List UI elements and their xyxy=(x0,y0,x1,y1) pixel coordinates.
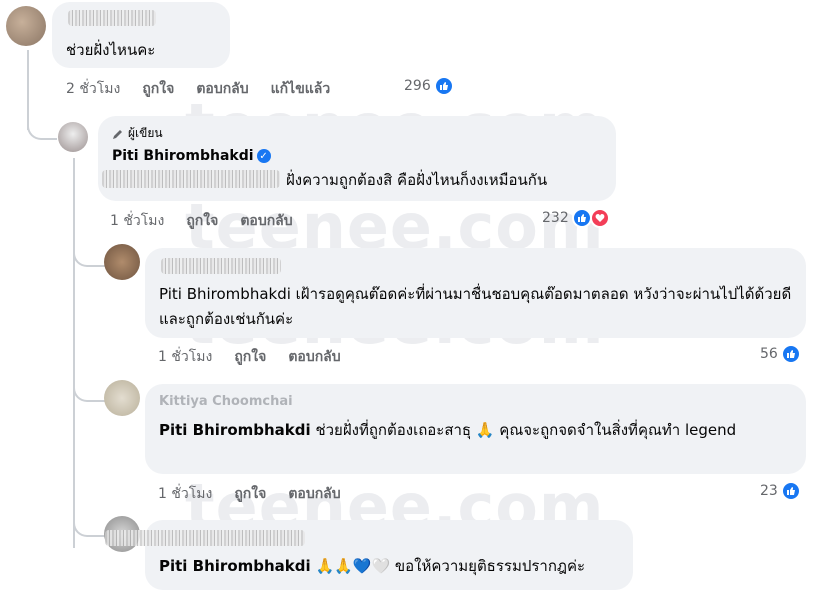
reply-button[interactable]: ตอบกลับ xyxy=(240,210,292,232)
like-button[interactable]: ถูกใจ xyxy=(142,78,174,100)
avatar[interactable] xyxy=(6,6,46,46)
comment-text: Piti Bhirombhakdi ช่วยฝั่งที่ถูกต้องเถอะ… xyxy=(159,418,795,443)
comment-bubble: Kittiya Choomchai Piti Bhirombhakdi ช่วย… xyxy=(145,384,806,474)
comment-time[interactable]: 1 ชั่วโมง xyxy=(158,346,212,368)
reaction-count[interactable]: 23 xyxy=(760,481,801,501)
redacted-mention xyxy=(102,170,280,188)
comment-time[interactable]: 2 ชั่วโมง xyxy=(66,78,120,100)
reply-button[interactable]: ตอบกลับ xyxy=(288,483,340,505)
reply-body: 🙏🙏💙🤍 ขอให้ความยุติธรรมปรากฎค่ะ xyxy=(315,557,586,575)
comment-author[interactable]: Kittiya Choomchai xyxy=(159,394,293,409)
avatar[interactable] xyxy=(104,244,140,280)
comment-time[interactable]: 1 ชั่วโมง xyxy=(158,483,212,505)
author-name[interactable]: Piti Bhirombhakdi xyxy=(112,148,254,164)
comment-author[interactable]: Piti Bhirombhakdi ✓ xyxy=(112,148,271,164)
like-icon xyxy=(780,344,801,364)
reaction-number: 232 xyxy=(542,210,569,226)
reaction-count[interactable]: 56 xyxy=(760,344,801,364)
comment-bubble: ช่วยฝั่งไหนคะ xyxy=(52,2,230,68)
like-icon xyxy=(571,208,592,228)
reaction-number: 296 xyxy=(404,78,431,94)
comment-bubble: Piti Bhirombhakdi เฝ้ารอดูคุณต๊อดค่ะที่ผ… xyxy=(145,248,806,338)
mention-link[interactable]: Piti Bhirombhakdi xyxy=(159,285,291,303)
comment-actions: 1 ชั่วโมง ถูกใจ ตอบกลับ xyxy=(158,346,341,368)
like-button[interactable]: ถูกใจ xyxy=(186,210,218,232)
mention-link[interactable]: Piti Bhirombhakdi xyxy=(159,421,311,439)
comment-text: ช่วยฝั่งไหนคะ xyxy=(66,41,156,59)
redacted-name xyxy=(68,10,156,26)
like-icon xyxy=(780,481,801,501)
reaction-number: 56 xyxy=(760,346,778,362)
comment-actions: 1 ชั่วโมง ถูกใจ ตอบกลับ xyxy=(110,210,293,232)
comment-text: Piti Bhirombhakdi เฝ้ารอดูคุณต๊อดค่ะที่ผ… xyxy=(159,282,795,332)
edited-label[interactable]: แก้ไขแล้ว xyxy=(271,78,331,100)
comment-actions: 2 ชั่วโมง ถูกใจ ตอบกลับ แก้ไขแล้ว xyxy=(66,78,330,100)
redacted-name xyxy=(105,530,305,546)
avatar[interactable] xyxy=(104,380,140,416)
redacted-name xyxy=(161,258,281,274)
mention-link[interactable]: Piti Bhirombhakdi xyxy=(159,557,311,575)
like-button[interactable]: ถูกใจ xyxy=(234,483,266,505)
author-badge: ผู้เขียน xyxy=(112,124,163,143)
reaction-count[interactable]: 232 xyxy=(542,208,610,228)
thread-connector xyxy=(27,110,57,140)
thread-line xyxy=(73,158,75,548)
thread-connector xyxy=(73,380,105,402)
reaction-number: 23 xyxy=(760,483,778,499)
thread-connector xyxy=(73,245,105,267)
pencil-icon xyxy=(113,129,122,139)
like-button[interactable]: ถูกใจ xyxy=(234,346,266,368)
reply-button[interactable]: ตอบกลับ xyxy=(196,78,248,100)
comment-bubble: Piti Bhirombhakdi 🙏🙏💙🤍 ขอให้ความยุติธรรม… xyxy=(105,520,633,590)
comment-actions: 1 ชั่วโมง ถูกใจ ตอบกลับ xyxy=(158,483,341,505)
comment-text: Piti Bhirombhakdi 🙏🙏💙🤍 ขอให้ความยุติธรรม… xyxy=(159,554,629,579)
verified-icon: ✓ xyxy=(256,149,271,163)
comment-time[interactable]: 1 ชั่วโมง xyxy=(110,210,164,232)
thread-connector xyxy=(73,515,105,537)
reply-button[interactable]: ตอบกลับ xyxy=(288,346,340,368)
like-icon xyxy=(433,76,454,96)
reply-body: ช่วยฝั่งที่ถูกต้องเถอะสาธุ 🙏 คุณจะถูกจดจ… xyxy=(315,421,737,439)
reaction-count[interactable]: 296 xyxy=(404,76,454,96)
comment-text: ฝั่งความถูกต้องสิ คือฝั่งไหนก็งงเหมือนกั… xyxy=(286,171,548,189)
heart-icon xyxy=(589,208,610,228)
author-role: ผู้เขียน xyxy=(128,126,163,140)
author-avatar[interactable] xyxy=(58,122,88,152)
comment-bubble: ผู้เขียน Piti Bhirombhakdi ✓ ฝั่งความถูกต… xyxy=(98,116,616,201)
